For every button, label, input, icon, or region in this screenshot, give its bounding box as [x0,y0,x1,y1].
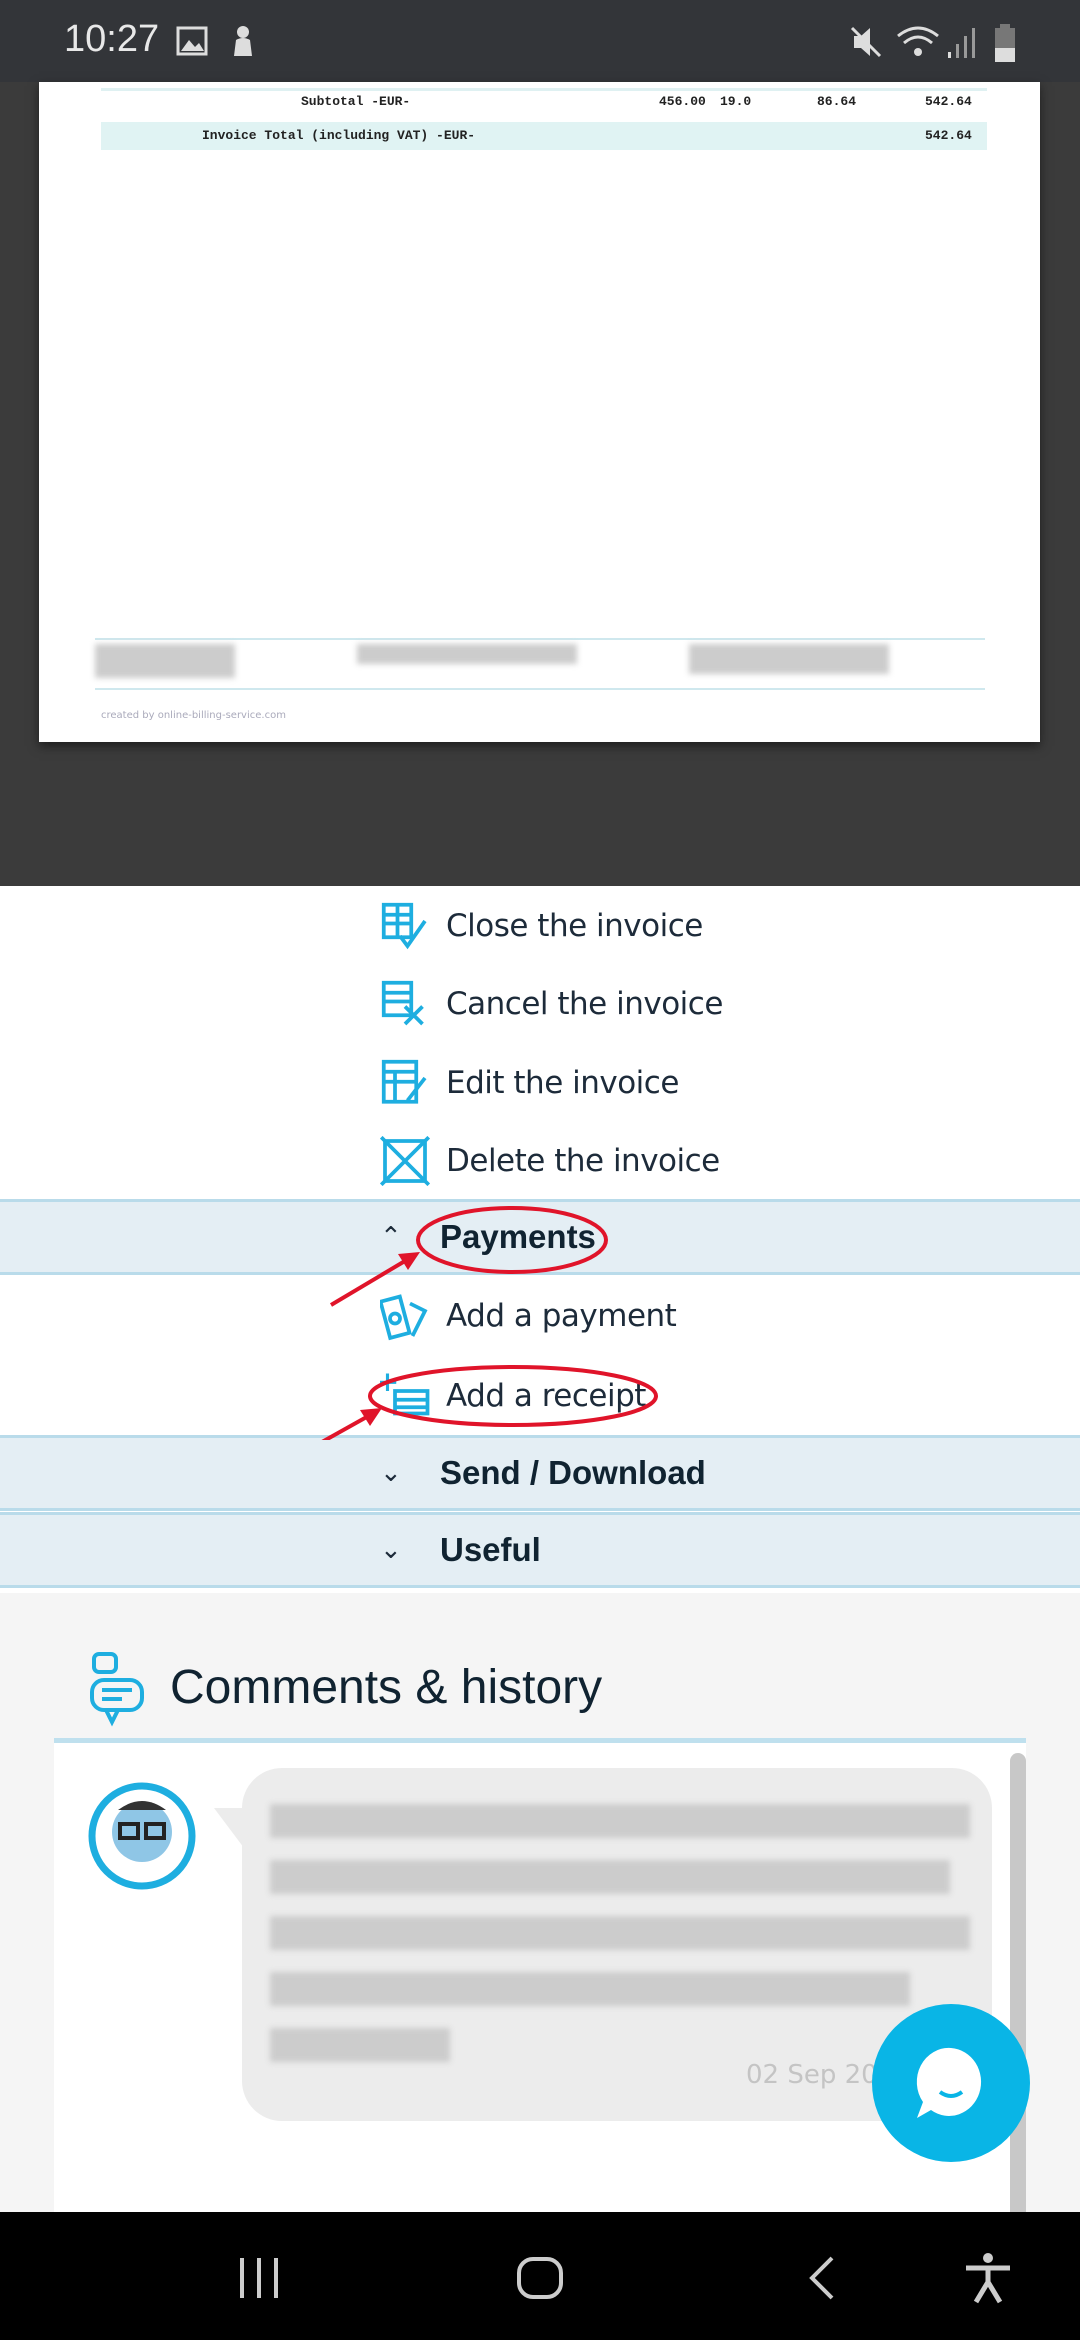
section-label: Send / Download [440,1454,706,1491]
edit-invoice-icon [381,1059,427,1104]
home-icon[interactable] [516,2256,564,2300]
signal-icon [948,28,975,58]
useful-section-toggle[interactable]: ⌄ Useful [0,1512,1080,1588]
battery-icon [995,24,1015,62]
action-label: Delete the invoice [446,1143,720,1179]
action-label: Cancel the invoice [446,986,723,1022]
subtotal-vat-rate: 19.0 [720,94,752,109]
clock: 10:27 [64,18,160,60]
comments-title: Comments & history [170,1661,603,1714]
recent-apps-icon[interactable] [236,2256,282,2300]
subtotal-label: Subtotal -EUR- [301,94,411,109]
section-label: Useful [440,1531,541,1568]
subtotal-gross: 542.64 [925,94,972,109]
blurred-comment-text [270,1804,970,1838]
action-label: Edit the invoice [446,1065,679,1101]
delete-invoice-action[interactable]: Delete the invoice [380,1131,720,1191]
comments-icon [90,1652,144,1727]
image-icon [176,26,208,56]
navigation-bar [0,2212,1080,2340]
send-download-section-toggle[interactable]: ⌄ Send / Download [0,1435,1080,1511]
avatar [88,1782,196,1890]
delete-invoice-icon [380,1136,430,1186]
chevron-down-icon: ⌄ [380,1535,402,1565]
back-icon[interactable] [806,2256,836,2300]
blurred-footer [357,644,577,664]
blurred-comment-text [270,2028,450,2062]
close-invoice-action[interactable]: Close the invoice [380,896,703,956]
blurred-footer [95,644,235,678]
edit-invoice-action[interactable]: Edit the invoice [380,1053,679,1113]
cancel-invoice-icon [381,980,424,1026]
total-label: Invoice Total (including VAT) -EUR- [202,128,476,143]
annotation-overlay [321,1206,658,1440]
status-bar: 10:27 [0,0,1080,82]
accessibility-icon[interactable] [964,2252,1012,2304]
wifi-icon [897,26,939,56]
blurred-comment-text [270,1972,910,2006]
subtotal-net: 456.00 [659,94,706,109]
blurred-footer [689,644,889,674]
cancel-invoice-action[interactable]: Cancel the invoice [380,974,723,1034]
invoice-page: Subtotal -EUR- 456.00 19.0 86.64 542.64 … [39,82,1040,742]
total-value: 542.64 [925,128,972,143]
blurred-comment-text [270,1916,970,1950]
chevron-down-icon: ⌄ [380,1458,402,1488]
android-icon [234,26,252,56]
footer-credit: created by online-billing-service.com [101,710,286,721]
close-invoice-icon [381,902,427,950]
blurred-comment-text [270,1860,950,1894]
mute-icon [850,26,882,58]
total-row: Invoice Total (including VAT) -EUR- 542.… [101,122,987,150]
chat-button[interactable] [868,2000,1034,2166]
subtotal-vat: 86.64 [817,94,857,109]
action-label: Close the invoice [446,908,703,944]
